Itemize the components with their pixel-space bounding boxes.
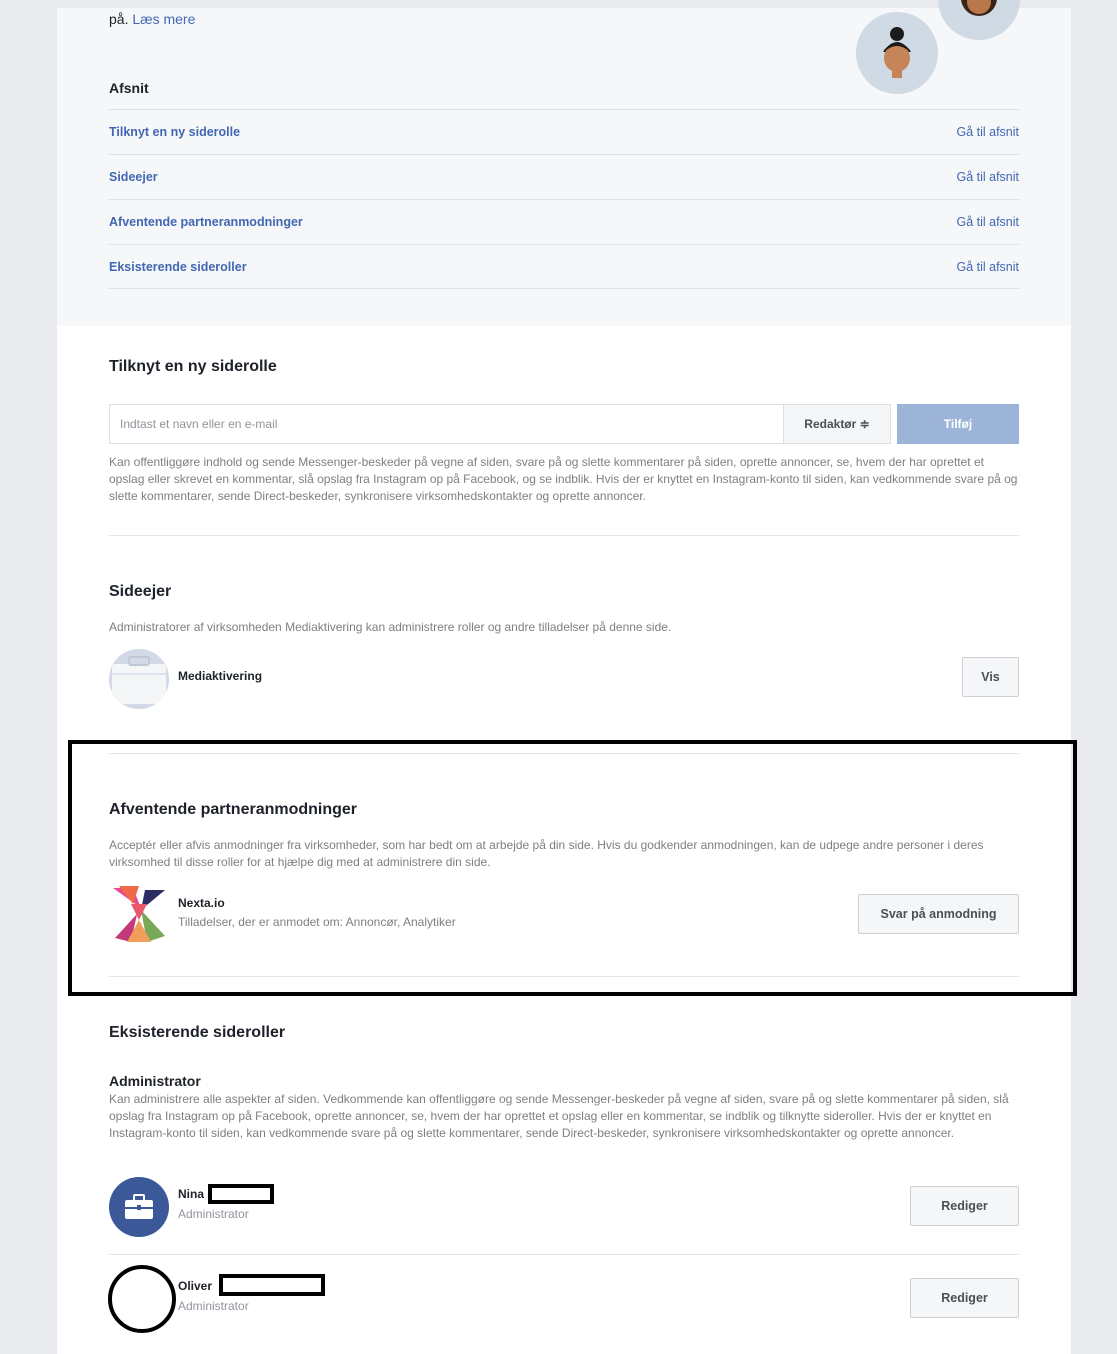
goto-section-link[interactable]: Gå til afsnit — [956, 170, 1019, 184]
assign-section-title: Tilknyt en ny siderolle — [109, 358, 277, 375]
sections-list: Tilknyt en ny siderolle Gå til afsnit Si… — [109, 109, 1019, 289]
admin-role-description: Kan administrere alle aspekter af siden.… — [109, 1092, 1009, 1140]
requested-permissions: Tilladelser, der er anmodet om: Annoncør… — [178, 915, 456, 929]
partner-name: Nexta.io — [178, 896, 225, 910]
redaction-box — [208, 1184, 274, 1204]
goto-section-link[interactable]: Gå til afsnit — [956, 215, 1019, 229]
nexta-logo-icon — [111, 884, 167, 944]
page-roles-panel: på. Læs mere Afsnit Tilknyt en ny sidero… — [8, 0, 1071, 1354]
intro-text: på. Læs mere — [109, 11, 196, 27]
toc-row: Afventende partneranmodninger Gå til afs… — [109, 199, 1019, 244]
view-button[interactable]: Vis — [962, 657, 1019, 697]
toc-link-existing[interactable]: Eksisterende sideroller — [109, 260, 247, 274]
goto-section-link[interactable]: Gå til afsnit — [956, 125, 1019, 139]
goto-section-link[interactable]: Gå til afsnit — [956, 260, 1019, 274]
edit-button[interactable]: Rediger — [910, 1278, 1019, 1318]
toc-row: Eksisterende sideroller Gå til afsnit — [109, 244, 1019, 289]
briefcase-icon — [125, 1194, 153, 1219]
person-name[interactable]: Oliver — [178, 1279, 212, 1293]
owner-description: Administratorer af virksomheden Mediakti… — [109, 620, 672, 634]
pending-description: Acceptér eller afvis anmodninger fra vir… — [109, 838, 984, 869]
left-gutter — [8, 8, 57, 1354]
divider — [109, 753, 1019, 754]
read-more-link[interactable]: Læs mere — [132, 11, 195, 27]
divider — [109, 976, 1019, 977]
owner-name: Mediaktivering — [178, 669, 263, 683]
illustration-avatar-woman — [856, 12, 938, 94]
person-role: Administrator — [178, 1207, 249, 1221]
role-title: Administrator — [109, 1073, 201, 1089]
sections-title: Afsnit — [109, 80, 149, 96]
pending-section-title: Afventende partneranmodninger — [109, 801, 358, 818]
briefcase-icon — [109, 649, 169, 709]
role-description: Kan offentliggøre indhold og sende Messe… — [109, 455, 1018, 503]
existing-section-title: Eksisterende sideroller — [109, 1024, 286, 1041]
assign-role-form: Redaktør ≑ Tilføj — [109, 404, 1019, 444]
toc-row: Tilknyt en ny siderolle Gå til afsnit — [109, 109, 1019, 154]
toc-link-assign[interactable]: Tilknyt en ny siderolle — [109, 125, 240, 139]
owner-section-title: Sideejer — [109, 583, 172, 600]
business-avatar — [109, 1177, 169, 1237]
person-role: Administrator — [178, 1299, 249, 1313]
toc-link-owner[interactable]: Sideejer — [109, 170, 158, 184]
divider — [109, 535, 1019, 536]
divider — [109, 1254, 1019, 1255]
respond-request-button[interactable]: Svar på anmodning — [858, 894, 1019, 934]
toc-row: Sideejer Gå til afsnit — [109, 154, 1019, 199]
edit-button[interactable]: Rediger — [910, 1186, 1019, 1226]
redaction-box — [219, 1274, 325, 1296]
person-name[interactable]: Nina — [178, 1187, 204, 1201]
name-or-email-input[interactable] — [109, 404, 783, 444]
person-avatar — [108, 1265, 176, 1333]
toc-link-pending[interactable]: Afventende partneranmodninger — [109, 215, 303, 229]
role-select[interactable]: Redaktør ≑ — [783, 404, 891, 444]
add-button[interactable]: Tilføj — [897, 404, 1019, 444]
